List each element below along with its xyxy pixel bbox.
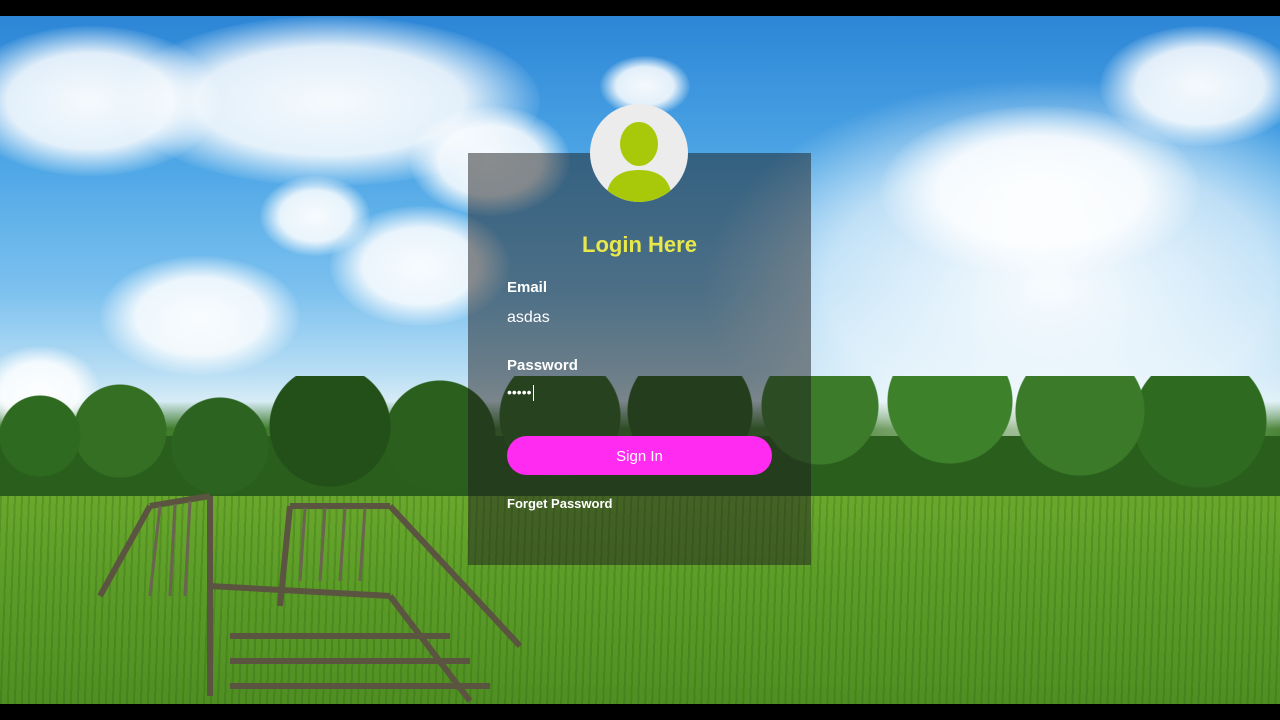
password-label: Password [507, 357, 578, 374]
window-frame: Login Here Email Password ••••• Sign In … [0, 0, 1280, 720]
forgot-password-link[interactable]: Forget Password [507, 496, 612, 511]
wooden-bench-image [97, 493, 523, 703]
email-label: Email [507, 279, 548, 296]
cloud [100, 256, 300, 376]
sign-in-button[interactable]: Sign In [507, 436, 772, 475]
text-caret [532, 385, 534, 402]
email-field[interactable] [507, 306, 772, 330]
user-avatar-icon [590, 104, 688, 202]
password-masked-value: ••••• [507, 384, 532, 400]
page-title: Login Here [582, 232, 697, 257]
password-field[interactable]: ••••• [507, 384, 534, 402]
cloud [260, 176, 370, 256]
